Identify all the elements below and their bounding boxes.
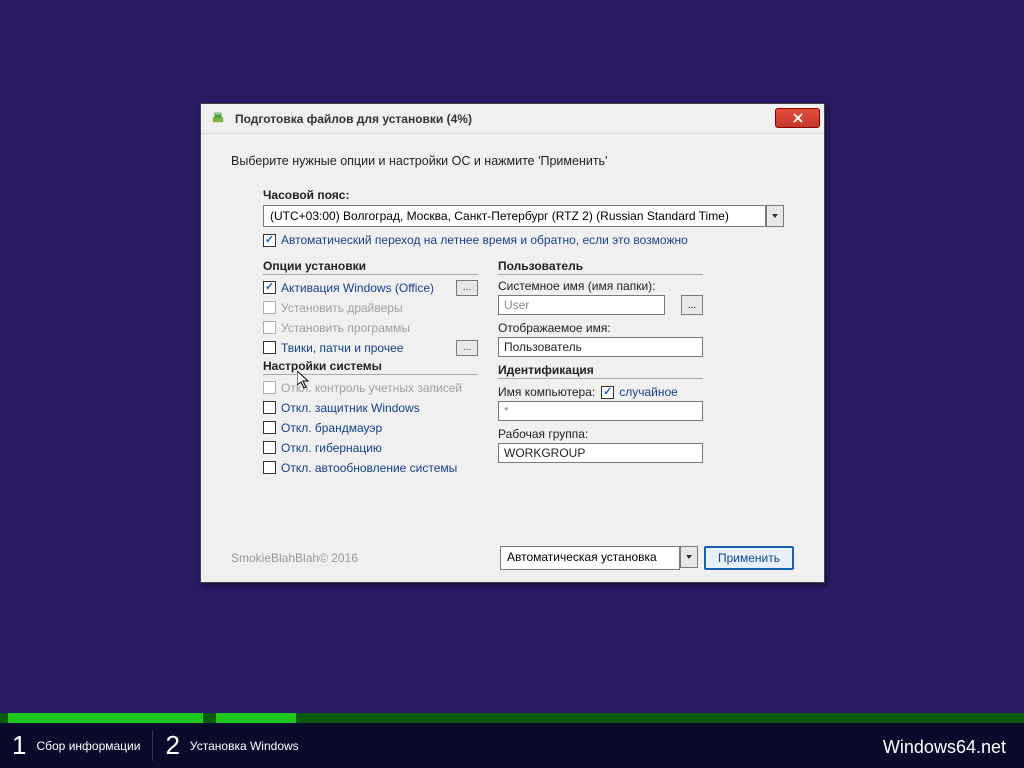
step-2-label: Установка Windows (190, 739, 299, 753)
updates-option[interactable]: Откл. автообновление системы (263, 459, 478, 476)
close-icon (793, 113, 803, 123)
workgroup-input[interactable] (498, 443, 703, 463)
apply-button[interactable]: Применить (704, 546, 794, 570)
hibernate-checkbox[interactable] (263, 441, 276, 454)
updates-checkbox[interactable] (263, 461, 276, 474)
step-1-number: 1 (12, 730, 26, 761)
timezone-value: (UTC+03:00) Волгоград, Москва, Санкт-Пет… (263, 205, 766, 227)
steps-bar: 1 Сбор информации 2 Установка Windows Wi… (0, 723, 1024, 768)
chevron-down-icon (771, 212, 779, 220)
defender-option[interactable]: Откл. защитник Windows (263, 399, 478, 416)
uac-checkbox (263, 381, 276, 394)
titlebar: Подготовка файлов для установки (4%) (201, 104, 824, 134)
drivers-option: Установить драйверы (263, 299, 478, 316)
pcname-input[interactable] (498, 401, 703, 421)
random-name-option[interactable]: случайное (601, 385, 678, 399)
install-mode-value: Автоматическая установка (500, 546, 680, 570)
system-settings-group: Настройки системы Откл. контроль учетных… (263, 359, 478, 476)
chevron-down-icon (685, 553, 693, 561)
timezone-label: Часовой пояс: (263, 188, 784, 202)
copyright-text: SmokieBlahBlah© 2016 (231, 551, 358, 565)
random-checkbox[interactable] (601, 386, 614, 399)
close-button[interactable] (775, 108, 820, 128)
system-settings-title: Настройки системы (263, 359, 478, 375)
tweaks-checkbox[interactable] (263, 341, 276, 354)
drivers-checkbox (263, 301, 276, 314)
watermark-text: Windows64.net (883, 737, 1006, 758)
timezone-select[interactable]: (UTC+03:00) Волгоград, Москва, Санкт-Пет… (263, 205, 784, 227)
sysname-label: Системное имя (имя папки): (498, 279, 703, 293)
progress-segment-1 (8, 713, 203, 723)
progress-segment-2 (216, 713, 296, 723)
sysname-more-button[interactable]: ... (681, 295, 703, 315)
displayname-label: Отображаемое имя: (498, 321, 703, 335)
activate-more-button[interactable]: ... (456, 280, 478, 296)
instruction-text: Выберите нужные опции и настройки ОС и н… (231, 154, 794, 168)
drivers-icon (211, 110, 229, 128)
step-2: 2 Установка Windows (152, 730, 298, 761)
step-2-number: 2 (165, 730, 179, 761)
installer-dialog: Подготовка файлов для установки (4%) Выб… (200, 103, 825, 583)
user-group-title: Пользователь (498, 259, 703, 275)
timezone-dropdown-button[interactable] (766, 205, 784, 227)
install-mode-select[interactable]: Автоматическая установка (500, 546, 698, 570)
workgroup-label: Рабочая группа: (498, 427, 703, 441)
dst-checkbox-row[interactable]: Автоматический переход на летнее время и… (263, 233, 784, 247)
pcname-label: Имя компьютера: (498, 385, 595, 399)
step-1: 1 Сбор информации (12, 730, 140, 761)
dialog-footer: SmokieBlahBlah© 2016 Автоматическая уста… (231, 546, 794, 570)
dialog-title: Подготовка файлов для установки (4%) (235, 112, 472, 126)
dialog-body: Выберите нужные опции и настройки ОС и н… (201, 134, 824, 489)
install-options-group: Опции установки Активация Windows (Offic… (263, 259, 478, 356)
sysname-input[interactable] (498, 295, 665, 315)
programs-option: Установить программы (263, 319, 478, 336)
dst-label: Автоматический переход на летнее время и… (281, 233, 688, 247)
firewall-checkbox[interactable] (263, 421, 276, 434)
ident-group-title: Идентификация (498, 363, 703, 379)
dst-checkbox[interactable] (263, 234, 276, 247)
tweaks-more-button[interactable]: ... (456, 340, 478, 356)
firewall-option[interactable]: Откл. брандмауэр (263, 419, 478, 436)
activate-option[interactable]: Активация Windows (Office) ... (263, 279, 478, 296)
step-1-label: Сбор информации (36, 739, 140, 753)
install-options-title: Опции установки (263, 259, 478, 275)
activate-checkbox[interactable] (263, 281, 276, 294)
tweaks-option[interactable]: Твики, патчи и прочее ... (263, 339, 478, 356)
defender-checkbox[interactable] (263, 401, 276, 414)
ident-group: Идентификация Имя компьютера: случайное … (498, 363, 703, 463)
hibernate-option[interactable]: Откл. гибернацию (263, 439, 478, 456)
user-group: Пользователь Системное имя (имя папки): … (498, 259, 703, 357)
displayname-input[interactable] (498, 337, 703, 357)
programs-checkbox (263, 321, 276, 334)
uac-option: Откл. контроль учетных записей (263, 379, 478, 396)
install-mode-dropdown-button[interactable] (680, 546, 698, 568)
